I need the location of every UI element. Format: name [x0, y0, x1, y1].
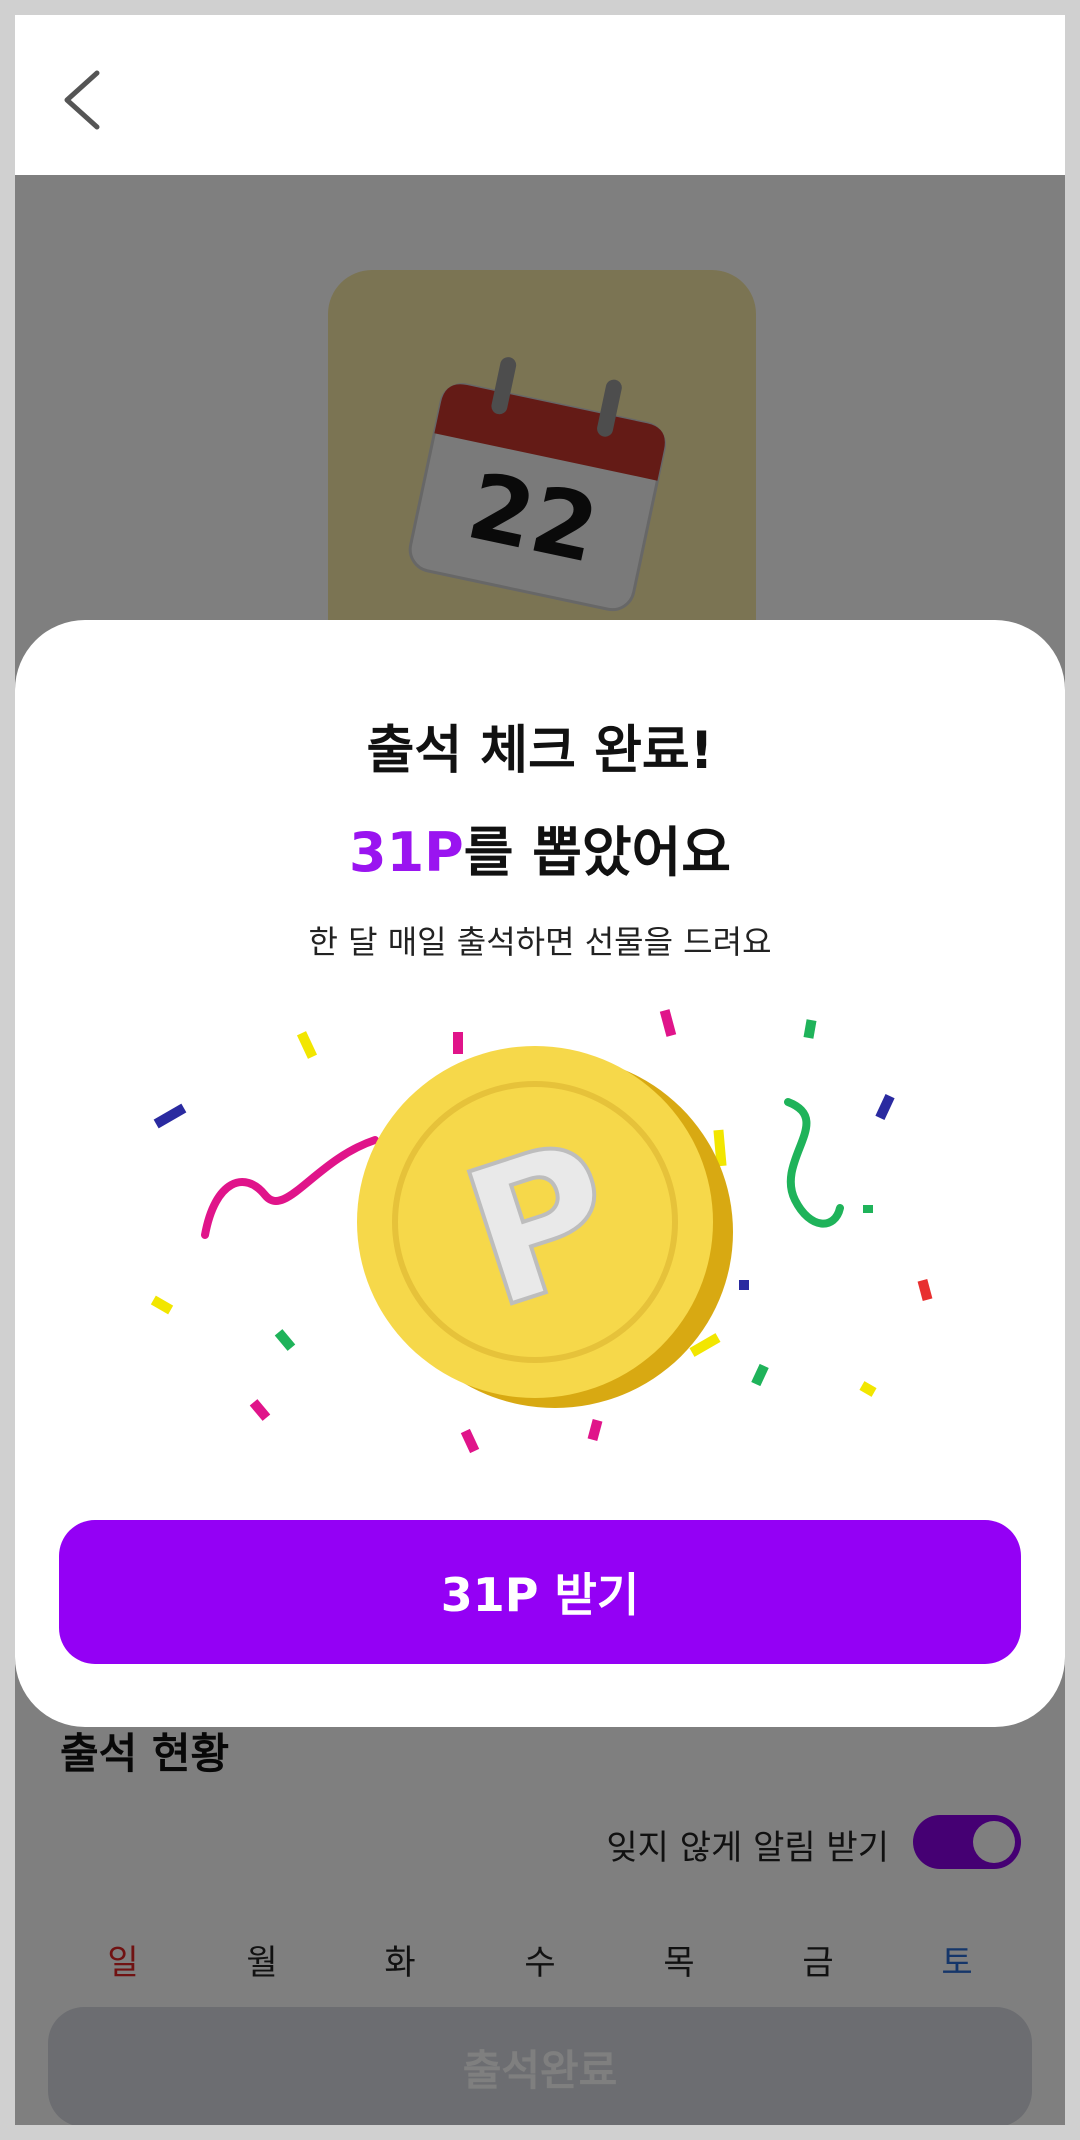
- coin-icon: P: [357, 1046, 733, 1408]
- chevron-left-icon: [64, 70, 100, 130]
- header: [15, 15, 1065, 175]
- back-button[interactable]: [55, 65, 125, 135]
- app-screen: 22 출석 현황 잊지 않게 알림 받기 일 월 화 수 목 금 토 출석완료 …: [15, 15, 1065, 2125]
- coin-confetti-illustration: P: [150, 1009, 933, 1454]
- attendance-reward-modal: 출석 체크 완료! 31P를 뽑았어요 한 달 매일 출석하면 선물을 드려요: [15, 620, 1065, 1727]
- claim-points-button[interactable]: 31P 받기: [59, 1520, 1021, 1664]
- subtitle-suffix: 를 뽑았어요: [463, 821, 731, 884]
- modal-description: 한 달 매일 출석하면 선물을 드려요: [308, 923, 772, 961]
- points-amount: 31P: [349, 821, 464, 884]
- modal-subtitle: 31P를 뽑았어요: [15, 808, 1065, 887]
- modal-title: 출석 체크 완료!: [366, 721, 714, 781]
